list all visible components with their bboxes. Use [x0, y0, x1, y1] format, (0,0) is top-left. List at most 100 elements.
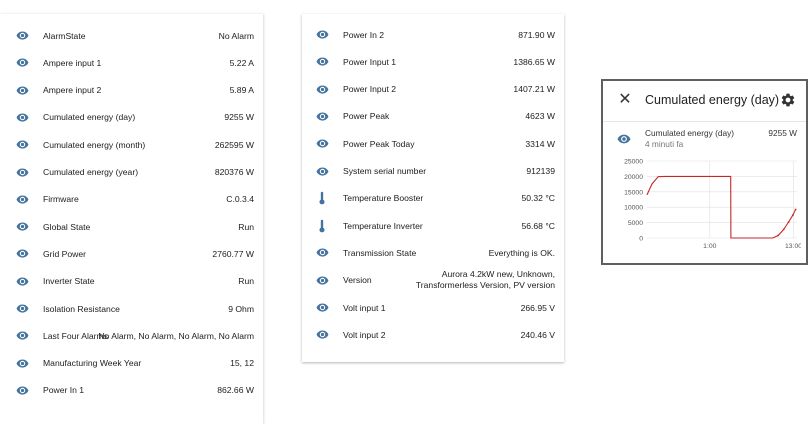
entity-row[interactable]: Inverter State Run — [0, 268, 263, 295]
entity-row[interactable]: AlarmState No Alarm — [0, 22, 263, 49]
entity-row[interactable]: Power In 2 871.90 W — [302, 21, 564, 48]
eye-icon — [14, 355, 30, 371]
eye-icon — [314, 245, 330, 261]
entity-row[interactable]: Cumulated energy (month) 262595 W — [0, 131, 263, 158]
entity-last-changed: 4 minuti fa — [645, 139, 684, 149]
eye-icon — [617, 132, 631, 146]
data-point — [787, 221, 790, 223]
entity-value: Run — [238, 276, 254, 287]
entity-value: 5.22 A — [229, 57, 254, 68]
entity-row[interactable]: Cumulated energy (day) 9255 W — [0, 104, 263, 131]
entity-value: 262595 W — [214, 139, 254, 150]
eye-icon — [14, 137, 30, 153]
entity-row[interactable]: Last Four Alarms No Alarm, No Alarm, No A… — [0, 322, 263, 349]
entity-value: 1407.21 W — [513, 84, 555, 95]
eye-icon — [14, 301, 30, 317]
entity-row[interactable]: Volt input 1 266.95 V — [302, 294, 564, 321]
entity-name: Power Peak Today — [343, 138, 415, 149]
eye-icon — [14, 273, 30, 289]
y-tick-label: 10000 — [624, 205, 643, 212]
entity-name: Temperature Booster — [343, 193, 424, 204]
entity-name: Cumulated energy (day) — [645, 128, 735, 138]
entity-row[interactable]: Firmware C.0.3.4 — [0, 186, 263, 213]
entity-row[interactable]: Power In 1 862.66 W — [0, 377, 263, 404]
eye-icon — [314, 327, 330, 343]
gear-icon[interactable] — [780, 92, 796, 108]
entity-name: Manufacturing Week Year — [43, 358, 142, 369]
eye-icon — [14, 28, 30, 44]
entity-name: AlarmState — [43, 30, 86, 41]
entity-row[interactable]: Global State Run — [0, 213, 263, 240]
entity-name: Ampere input 2 — [43, 85, 102, 96]
entity-value: Everything is OK. — [488, 247, 555, 258]
entity-value: No Alarm, No Alarm, No Alarm, No Alarm — [98, 330, 254, 341]
entity-row[interactable]: Isolation Resistance 9 Ohm — [0, 295, 263, 322]
eye-icon — [314, 272, 330, 288]
thermometer-icon — [314, 218, 330, 234]
data-point — [782, 228, 785, 231]
close-icon[interactable]: ✕ — [617, 92, 633, 108]
entity-value: 4623 W — [525, 111, 555, 122]
eye-icon — [14, 82, 30, 98]
entity-value: 871.90 W — [518, 29, 555, 40]
eye-icon — [14, 219, 30, 235]
y-tick-label: 0 — [639, 236, 643, 243]
entity-name: System serial number — [343, 166, 427, 176]
entities-card-middle: Power In 2 871.90 W Power Input 1 1386.65 W… — [302, 14, 564, 362]
entity-name: Version — [343, 275, 372, 286]
entity-value: 240.46 V — [520, 329, 555, 340]
entity-value: 56.68 °C — [521, 220, 555, 231]
entity-name: Transmission State — [343, 247, 417, 258]
entity-row[interactable]: Version Aurora 4.2kW new, Unknown, Transf… — [302, 267, 564, 294]
entity-row[interactable]: Power Peak 4623 W — [302, 103, 564, 130]
entity-value: Run — [238, 221, 254, 232]
entity-name: Cumulated energy (year) — [43, 167, 139, 177]
entity-row[interactable]: Temperature Inverter 56.68 °C — [302, 212, 564, 239]
entity-row[interactable]: Cumulated energy (year) 820376 W — [0, 159, 263, 186]
entity-value: 912139 — [526, 166, 555, 176]
entity-name: Power Peak — [343, 111, 390, 122]
dialog-title: Cumulated energy (day) — [645, 93, 780, 107]
entity-row[interactable]: Volt input 2 240.46 V — [302, 321, 564, 348]
entity-value: 15, 12 — [230, 358, 254, 369]
entity-row[interactable]: Power Input 1 1386.65 W — [302, 48, 564, 75]
eye-icon — [314, 136, 330, 152]
entity-value: 9 Ohm — [228, 303, 254, 314]
entity-row[interactable]: Power Input 2 1407.21 W — [302, 76, 564, 103]
entity-value: 9255 W — [224, 112, 254, 123]
entity-row[interactable]: Ampere input 2 5.89 A — [0, 77, 263, 104]
thermometer-icon — [314, 190, 330, 206]
entity-value: C.0.3.4 — [226, 194, 254, 205]
entity-value: 266.95 V — [520, 302, 555, 313]
entity-name: Cumulated energy (day) — [43, 112, 136, 123]
entity-name: Power In 1 — [43, 385, 85, 396]
data-point — [794, 208, 797, 211]
entity-row[interactable]: Manufacturing Week Year 15, 12 — [0, 350, 263, 377]
data-point — [777, 234, 780, 237]
eye-icon — [14, 382, 30, 398]
y-tick-label: 25000 — [624, 159, 643, 166]
eye-icon — [14, 109, 30, 125]
entity-row[interactable]: Power Peak Today 3314 W — [302, 130, 564, 157]
entity-name: Ampere input 1 — [43, 57, 102, 68]
y-tick-label: 5000 — [628, 220, 643, 227]
entity-row[interactable]: Transmission State Everything is OK. — [302, 239, 564, 266]
eye-icon — [14, 191, 30, 207]
eye-icon — [14, 246, 30, 262]
entity-row[interactable]: Temperature Booster 50.32 °C — [302, 185, 564, 212]
entity-name: Isolation Resistance — [43, 303, 120, 314]
entity-row[interactable]: System serial number 912139 — [302, 158, 564, 185]
eye-icon — [314, 81, 330, 97]
eye-icon — [314, 27, 330, 43]
entity-name: Grid Power — [43, 248, 86, 259]
entity-row[interactable]: Grid Power 2760.77 W — [0, 240, 263, 267]
data-point — [791, 214, 794, 217]
eye-icon — [314, 163, 330, 179]
entity-value: Aurora 4.2kW new, Unknown, Transformerle… — [415, 269, 555, 291]
entity-name: Temperature Inverter — [343, 220, 423, 231]
eye-icon — [314, 54, 330, 70]
entity-row[interactable]: Ampere input 1 5.22 A — [0, 49, 263, 76]
x-tick-label: 13:00 — [785, 243, 801, 249]
entity-name: Global State — [43, 221, 91, 232]
y-tick-label: 15000 — [624, 189, 643, 196]
